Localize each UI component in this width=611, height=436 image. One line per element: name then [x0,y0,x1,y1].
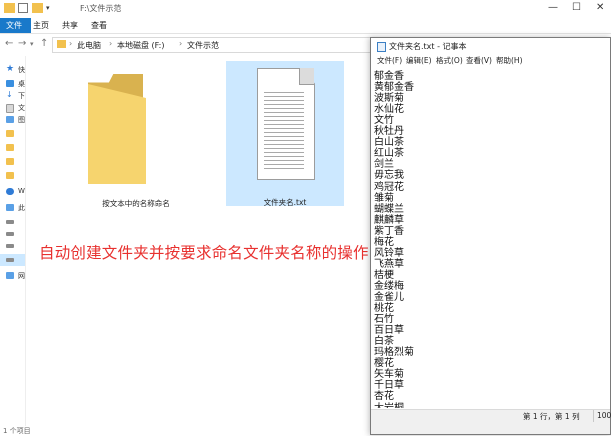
window-title: F:\文件示范 [80,4,122,13]
text-file-item-selected[interactable]: 文件夹名.txt [226,61,344,207]
sidebar-item-drive-selected[interactable] [0,254,25,266]
chevron-right-icon[interactable]: › [109,39,112,48]
up-icon[interactable]: ↑ [40,38,48,49]
document-icon [6,104,14,113]
folder-item[interactable]: 按文本中的名称命名 [81,66,191,216]
caption-overlay: 自动创建文件夹并按要求命名文件夹名称的操作 [39,244,369,262]
menu-help[interactable]: 帮助(H) [496,55,523,66]
chevron-right-icon[interactable]: › [69,39,72,48]
quick-access-dropdown-icon[interactable]: ▾ [46,4,50,12]
folder-icon [57,40,66,48]
sidebar-item-folder[interactable] [6,172,26,182]
folder-icon [6,144,14,151]
folder-icon [6,172,14,179]
sidebar-item-pictures[interactable]: 图 [6,116,26,126]
new-folder-icon[interactable] [32,3,43,13]
zoom-level: 100% [597,411,611,420]
drive-icon [6,258,14,262]
tab-view[interactable]: 查看 [85,18,113,33]
text-line: 大岩桐 [374,402,404,409]
page-fold-icon [299,68,314,85]
sidebar-item-folder[interactable] [6,158,26,168]
cloud-icon [6,188,14,195]
tab-home[interactable]: 主页 [27,18,55,33]
forward-icon[interactable]: → [18,38,26,49]
sidebar-item-this-pc[interactable]: 此 [6,204,26,214]
menu-file[interactable]: 文件(F) [377,55,402,66]
download-icon: ↓ [6,90,13,99]
back-icon[interactable]: ← [5,38,13,49]
horizontal-scrollbar[interactable] [371,422,610,434]
item-label: 按文本中的名称命名 [102,199,170,208]
navigation-pane: ★ 快 桌 ↓ 下 文 图 W 此 网 [0,56,26,426]
ribbon-tabs: 文件 主页 共享 查看 [0,18,611,34]
sidebar-item-desktop[interactable]: 桌 [6,80,26,90]
notepad-title-bar[interactable]: 文件夹名.txt - 记事本 [371,38,610,54]
sidebar-item-network[interactable]: 网 [6,272,26,282]
sidebar-item-onedrive[interactable]: W [6,187,26,198]
folder-icon [6,130,14,137]
chevron-right-icon[interactable]: › [179,39,182,48]
drive-icon [6,220,14,224]
pictures-icon [6,116,14,123]
folder-icon-front [88,84,146,184]
folder-icon [6,158,14,165]
notepad-status-bar: 第 1 行，第 1 列 100% [371,409,611,422]
minimize-icon[interactable]: — [548,2,558,13]
cursor-position: 第 1 行，第 1 列 [523,412,580,421]
tab-share[interactable]: 共享 [56,18,84,33]
sidebar-item-drive[interactable] [6,218,26,228]
sidebar-item-quick-access[interactable]: ★ 快 [6,64,26,76]
maximize-icon[interactable]: ☐ [572,2,581,13]
menu-view[interactable]: 查看(V) [466,55,492,66]
notepad-title: 文件夹名.txt - 记事本 [389,42,467,51]
address-bar[interactable]: › 此电脑 › 本地磁盘 (F:) › 文件示范 [52,37,374,53]
sidebar-item-documents[interactable]: 文 [6,104,26,114]
drive-icon [6,244,14,248]
desktop-icon [6,80,14,87]
breadcrumb-folder[interactable]: 文件示范 [187,40,219,51]
folder-icon [4,3,15,13]
network-icon [6,272,14,279]
computer-icon [6,204,14,211]
notepad-window: 文件夹名.txt - 记事本 文件(F) 编辑(E) 格式(O) 查看(V) 帮… [370,37,611,435]
breadcrumb-drive-f[interactable]: 本地磁盘 (F:) [117,40,164,51]
sidebar-item-drive[interactable] [6,242,26,252]
breadcrumb-this-pc[interactable]: 此电脑 [77,40,101,51]
drive-icon [6,232,14,236]
sidebar-item-folder[interactable] [6,130,26,140]
sidebar-item-folder[interactable] [6,144,26,154]
properties-icon[interactable] [18,3,28,13]
menu-format[interactable]: 格式(O) [436,55,463,66]
text-lines-icon [264,89,304,169]
notepad-icon [377,42,386,52]
sidebar-item-drive[interactable] [6,230,26,240]
notepad-text-area[interactable]: 郁金香 黄郁金香 波斯菊 水仙花 文竹 秋牡丹 白山茶 红山茶 剑兰 毋忘我 鸡冠花 雏菊 蝴蝶兰 麒麟草… [371,66,610,408]
status-divider [593,410,594,422]
item-label: 文件夹名.txt [263,198,307,207]
recent-locations-icon[interactable]: ▾ [30,40,34,48]
explorer-title-bar: ▾ F:\文件示范 — ☐ ✕ [0,0,611,18]
star-icon: ★ [6,64,15,74]
close-icon[interactable]: ✕ [596,2,604,13]
notepad-menu-bar: 文件(F) 编辑(E) 格式(O) 查看(V) 帮助(H) [371,54,610,66]
menu-edit[interactable]: 编辑(E) [406,55,432,66]
sidebar-item-downloads[interactable]: ↓ 下 [6,90,26,102]
